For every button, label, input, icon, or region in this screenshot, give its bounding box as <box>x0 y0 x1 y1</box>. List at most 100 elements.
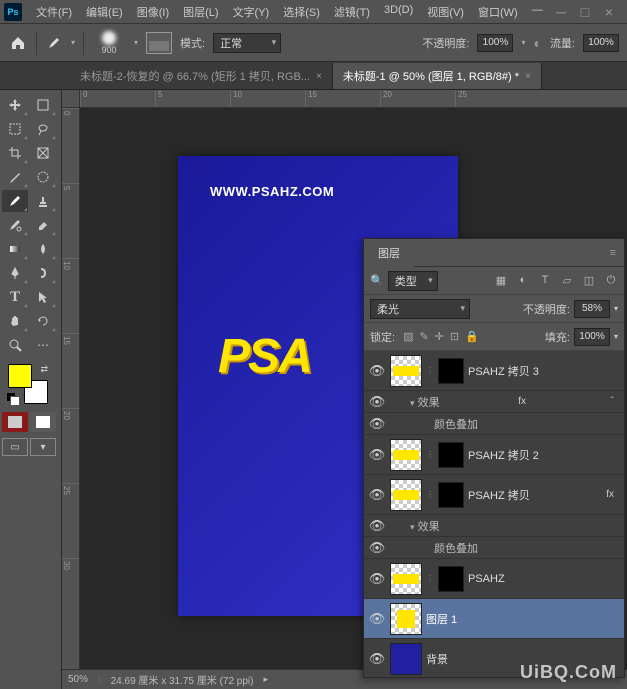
layer-name[interactable]: PSAHZ 拷贝 3 <box>468 363 620 379</box>
menu-view[interactable]: 视图(V) <box>421 2 470 22</box>
hand-tool[interactable] <box>2 310 28 332</box>
filter-toggle-icon[interactable]: ⏻ <box>604 274 618 287</box>
layer-name[interactable]: PSAHZ <box>468 573 620 585</box>
mask-thumbnail[interactable] <box>438 482 464 508</box>
minimize-button[interactable]: ─ <box>553 4 569 20</box>
visibility-icon[interactable]: 👁 <box>368 540 386 556</box>
effects-header[interactable]: 👁 ▾ 效果 fx ˆ <box>364 391 624 413</box>
menu-3d[interactable]: 3D(D) <box>378 2 419 22</box>
effects-header[interactable]: 👁 ▾ 效果 <box>364 515 624 537</box>
visibility-icon[interactable]: 👁 <box>368 394 386 410</box>
ruler-horizontal[interactable]: 0 5 10 15 20 25 <box>80 90 627 108</box>
artboard-tool[interactable] <box>30 94 56 116</box>
layer-thumbnail[interactable] <box>390 355 422 387</box>
pressure-opacity-icon[interactable]: ◐ <box>533 35 541 51</box>
zoom-level[interactable]: 50% <box>68 674 88 685</box>
lock-all-icon[interactable]: 🔒 <box>465 330 479 343</box>
close-button[interactable]: × <box>601 4 617 20</box>
fx-badge[interactable]: fx <box>606 489 620 500</box>
close-icon[interactable]: × <box>525 71 531 82</box>
smudge-tool[interactable] <box>30 262 56 284</box>
home-icon[interactable] <box>8 33 28 53</box>
brush-panel-icon[interactable] <box>146 32 172 54</box>
layer-name[interactable]: PSAHZ 拷贝 <box>468 487 602 503</box>
move-tool[interactable] <box>2 94 28 116</box>
visibility-icon[interactable]: 👁 <box>368 447 386 463</box>
close-icon[interactable]: × <box>316 71 322 82</box>
default-colors-icon[interactable] <box>6 392 18 404</box>
effect-item[interactable]: 👁 颜色叠加 <box>364 413 624 435</box>
foreground-color[interactable] <box>8 364 32 388</box>
layer-opacity-value[interactable]: 58% <box>574 300 610 318</box>
eyedropper-tool[interactable] <box>2 166 28 188</box>
filter-pixel-icon[interactable]: ▦ <box>494 274 508 287</box>
lock-transparency-icon[interactable]: ▨ <box>403 330 413 343</box>
fill-value[interactable]: 100% <box>574 328 610 346</box>
quick-mask-alt[interactable] <box>30 412 56 432</box>
layer-name[interactable]: 图层 1 <box>426 611 620 627</box>
marquee-ellipse-tool[interactable] <box>30 166 56 188</box>
document-tab-2[interactable]: 未标题-1 @ 50% (图层 1, RGB/8#) * × <box>333 63 542 89</box>
lasso-tool[interactable] <box>30 118 56 140</box>
tool-dropdown-icon[interactable]: ▾ <box>71 38 75 47</box>
mask-thumbnail[interactable] <box>438 358 464 384</box>
layer-row[interactable]: 👁 ⋮ PSAHZ <box>364 559 624 599</box>
brush-tool[interactable] <box>2 190 28 212</box>
layer-thumbnail[interactable] <box>390 603 422 635</box>
layer-thumbnail[interactable] <box>390 479 422 511</box>
path-select-tool[interactable] <box>30 286 56 308</box>
visibility-icon[interactable]: 👁 <box>368 487 386 503</box>
collapse-icon[interactable]: ˆ <box>611 396 624 407</box>
layer-thumbnail[interactable] <box>390 439 422 471</box>
screen-mode-dropdown[interactable]: ▾ <box>30 438 56 456</box>
edit-toolbar[interactable]: ⋯ <box>30 334 56 356</box>
frame-tool[interactable] <box>30 142 56 164</box>
filter-adjust-icon[interactable]: ◐ <box>516 274 530 287</box>
screen-mode-button[interactable]: ▭ <box>2 438 28 456</box>
menu-layer[interactable]: 图层(L) <box>177 2 224 22</box>
menu-more[interactable]: — <box>526 2 549 22</box>
opacity-dropdown-icon[interactable]: ▾ <box>614 304 618 313</box>
tab-layers[interactable]: 图层 <box>364 239 414 267</box>
layer-row[interactable]: 👁 ⋮ PSAHZ 拷贝 2 <box>364 435 624 475</box>
effect-item[interactable]: 👁 颜色叠加 <box>364 537 624 559</box>
filter-shape-icon[interactable]: ▱ <box>560 274 574 287</box>
menu-file[interactable]: 文件(F) <box>30 2 78 22</box>
fx-badge[interactable]: fx <box>518 396 532 407</box>
chevron-down-icon[interactable]: ▾ <box>410 398 415 408</box>
chevron-down-icon[interactable]: ▾ <box>410 522 415 532</box>
brush-tool-icon[interactable] <box>45 34 63 52</box>
layer-row[interactable]: 👁 ⋮ PSAHZ 拷贝 fx <box>364 475 624 515</box>
flow-value[interactable]: 100% <box>583 34 619 52</box>
type-tool[interactable]: T <box>2 286 28 308</box>
lock-pixels-icon[interactable]: ✎ <box>419 330 428 343</box>
clone-stamp-tool[interactable] <box>30 190 56 212</box>
panel-menu-icon[interactable]: ≡ <box>602 243 624 263</box>
opacity-value[interactable]: 100% <box>477 34 513 52</box>
visibility-icon[interactable]: 👁 <box>368 416 386 432</box>
mask-thumbnail[interactable] <box>438 442 464 468</box>
gradient-tool[interactable] <box>2 238 28 260</box>
ruler-vertical[interactable]: 0 5 10 15 20 25 30 <box>62 108 80 669</box>
pen-tool[interactable] <box>2 262 28 284</box>
visibility-icon[interactable]: 👁 <box>368 518 386 534</box>
filter-smart-icon[interactable]: ◫ <box>582 274 596 287</box>
menu-image[interactable]: 图像(I) <box>131 2 175 22</box>
layer-row[interactable]: 👁 图层 1 <box>364 599 624 639</box>
eraser-tool[interactable] <box>30 214 56 236</box>
rotate-view-tool[interactable] <box>30 310 56 332</box>
document-tab-1[interactable]: 未标题-2-恢复的 @ 66.7% (矩形 1 拷贝, RGB... × <box>70 63 333 89</box>
menu-window[interactable]: 窗口(W) <box>472 2 524 22</box>
lock-artboard-icon[interactable]: ⊡ <box>450 330 459 343</box>
maximize-button[interactable]: □ <box>577 4 593 20</box>
brush-dropdown-icon[interactable]: ▾ <box>134 38 138 47</box>
blur-tool[interactable] <box>30 238 56 260</box>
filter-type-icon[interactable]: T <box>538 274 552 287</box>
quick-mask-button[interactable] <box>2 412 28 432</box>
lock-position-icon[interactable]: ✛ <box>435 330 444 343</box>
blend-mode-select[interactable]: 正常 <box>213 33 281 53</box>
menu-type[interactable]: 文字(Y) <box>227 2 276 22</box>
layer-thumbnail[interactable] <box>390 563 422 595</box>
menu-edit[interactable]: 编辑(E) <box>80 2 129 22</box>
history-brush-tool[interactable] <box>2 214 28 236</box>
